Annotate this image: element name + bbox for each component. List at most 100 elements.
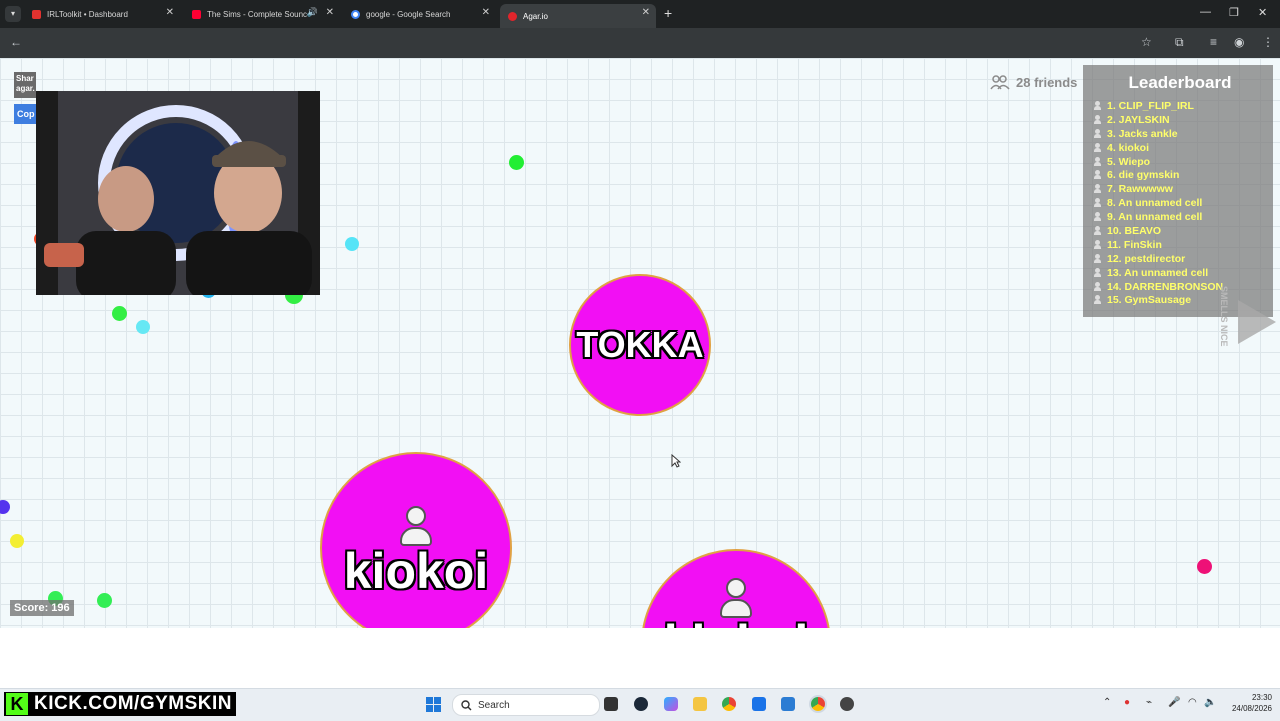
leaderboard-entry-text: 7. Rawwwww xyxy=(1107,183,1173,196)
player-icon xyxy=(1093,198,1103,208)
bookmark-star-icon[interactable]: ☆ xyxy=(1141,35,1152,49)
tab-youtube[interactable]: The Sims - Complete Sounc 🔊 ✕ xyxy=(184,4,340,24)
friends-counter[interactable]: 28 friends xyxy=(990,74,1077,90)
side-caption: SMELLS NICE xyxy=(1219,286,1237,347)
close-tab-icon[interactable]: ✕ xyxy=(326,7,334,18)
taskbar-search[interactable]: Search xyxy=(452,694,600,716)
media-control-icon[interactable]: ≡ xyxy=(1210,35,1217,49)
search-placeholder: Search xyxy=(478,699,510,711)
chrome-active-icon[interactable] xyxy=(811,697,825,711)
leaderboard-entry-text: 8. An unnamed cell xyxy=(1107,197,1203,210)
food-pellet xyxy=(509,155,524,170)
irltoolkit-icon xyxy=(32,9,41,19)
leaderboard-entry: 6. die gymskin xyxy=(1083,168,1273,182)
leaderboard-entry-text: 2. JAYLSKIN xyxy=(1107,113,1170,126)
food-pellet xyxy=(10,534,24,548)
volume-icon[interactable]: 🔈 xyxy=(1204,697,1216,708)
restore-icon[interactable]: ❐ xyxy=(1229,6,1239,19)
tray-chevron-icon[interactable]: ⌃ xyxy=(1103,697,1111,708)
youtube-icon xyxy=(192,9,201,19)
browser-tab-strip: ▾ IRLToolkit • Dashboard ✕ The Sims - Co… xyxy=(0,0,1280,28)
kick-channel-banner: K KICK.COM/GYMSKIN xyxy=(4,692,236,716)
taskbar-clock[interactable]: 23:30 24/08/2026 xyxy=(1224,692,1272,714)
webcam-image xyxy=(36,91,320,295)
player-icon xyxy=(1093,128,1103,139)
leaderboard-entry: 11. FinSkin xyxy=(1083,238,1273,252)
player-icon xyxy=(1093,281,1103,292)
tab-search-dropdown-icon[interactable]: ▾ xyxy=(5,6,21,22)
minimize-icon[interactable]: — xyxy=(1200,6,1211,18)
leaderboard-entry-text: 14. DARRENBRONSON xyxy=(1107,280,1224,293)
leaderboard-entry-text: 3. Jacks ankle xyxy=(1107,127,1178,140)
steam-icon[interactable] xyxy=(634,697,648,711)
player-icon xyxy=(1093,100,1103,111)
clock-date: 24/08/2026 xyxy=(1231,704,1272,713)
store-icon[interactable] xyxy=(752,697,766,711)
chrome-icon[interactable] xyxy=(722,697,736,711)
leaderboard-list: 1. CLIP_FLIP_IRL 2. JAYLSKIN 3. Jacks ankl… xyxy=(1083,99,1273,307)
player-icon xyxy=(1093,295,1103,305)
profile-icon[interactable]: ◉ xyxy=(1234,35,1244,49)
tab-agario[interactable]: Agar.io ✕ xyxy=(500,4,656,28)
microphone-icon[interactable]: 🎤 xyxy=(1168,697,1180,708)
leaderboard-entry: 3. Jacks ankle xyxy=(1083,127,1273,141)
leaderboard-entry: 13. An unnamed cell xyxy=(1083,266,1273,280)
player-icon xyxy=(1093,184,1103,194)
leaderboard-entry: 4. kiokoi xyxy=(1083,141,1273,155)
player-icon xyxy=(1093,142,1103,153)
windows-start-icon[interactable] xyxy=(426,697,441,712)
leaderboard-entry: 2. JAYLSKIN xyxy=(1083,113,1273,127)
copilot-icon[interactable] xyxy=(664,697,678,711)
leaderboard-entry: 7. Rawwwww xyxy=(1083,182,1273,196)
task-view-icon[interactable] xyxy=(604,697,618,711)
food-pellet xyxy=(1197,559,1212,574)
player-icon xyxy=(1093,170,1103,180)
mail-icon[interactable] xyxy=(781,697,795,711)
food-pellet xyxy=(97,593,112,608)
close-window-icon[interactable]: ✕ xyxy=(1258,6,1267,19)
back-icon[interactable]: ← xyxy=(10,35,22,49)
share-label: Shar agar. xyxy=(16,74,35,93)
skin-avatar-icon xyxy=(719,578,753,618)
agario-game-canvas[interactable]: TOKKA kiokoi kiokoi Shar agar. Cop xyxy=(0,58,1280,628)
player-icon xyxy=(1093,239,1103,250)
cell-name: TOKKA xyxy=(576,324,704,365)
mouse-cursor-icon xyxy=(671,454,681,468)
tray-network-icon[interactable]: ⌁ xyxy=(1146,697,1152,708)
tab-title: google - Google Search xyxy=(366,9,451,19)
agario-icon xyxy=(508,11,517,21)
google-icon xyxy=(351,9,360,19)
close-tab-icon[interactable]: ✕ xyxy=(482,7,490,18)
share-link-box: Shar agar. xyxy=(14,72,36,98)
player-cell-tokka: TOKKA xyxy=(569,274,711,416)
player-cell-kiokoi: kiokoi xyxy=(320,452,512,628)
wifi-icon[interactable]: ◠ xyxy=(1188,697,1197,708)
copy-button[interactable]: Cop xyxy=(14,104,36,124)
leaderboard-entry: 12. pestdirector xyxy=(1083,252,1273,266)
leaderboard-entry: 1. CLIP_FLIP_IRL xyxy=(1083,99,1273,113)
streamer-webcam-overlay xyxy=(36,91,320,295)
cell-name: kiokoi xyxy=(664,618,808,628)
tray-app-icon[interactable]: ● xyxy=(1124,697,1130,708)
leaderboard-entry-text: 11. FinSkin xyxy=(1107,238,1162,251)
side-caption-text: SMELLS NICE xyxy=(1219,286,1229,347)
tab-google[interactable]: google - Google Search ✕ xyxy=(343,4,496,24)
extensions-icon[interactable]: ⧉ xyxy=(1175,35,1184,50)
speaker-icon[interactable]: 🔊 xyxy=(307,7,318,18)
obs-icon[interactable] xyxy=(840,697,854,711)
tab-title: Agar.io xyxy=(523,11,548,21)
leaderboard-entry-text: 10. BEAVO xyxy=(1107,224,1162,237)
leaderboard-entry-text: 12. pestdirector xyxy=(1107,252,1186,265)
tab-irltoolkit[interactable]: IRLToolkit • Dashboard ✕ xyxy=(24,4,180,24)
play-triangle-icon xyxy=(1238,300,1276,344)
friends-count: 28 friends xyxy=(1016,74,1078,90)
file-explorer-icon[interactable] xyxy=(693,697,707,711)
close-tab-icon[interactable]: ✕ xyxy=(642,7,650,18)
close-tab-icon[interactable]: ✕ xyxy=(166,7,174,18)
menu-kebab-icon[interactable]: ⋮ xyxy=(1262,35,1274,49)
leaderboard-entry-text: 1. CLIP_FLIP_IRL xyxy=(1107,99,1194,112)
friends-icon xyxy=(990,75,1010,90)
new-tab-icon[interactable]: + xyxy=(664,5,672,21)
tab-title: The Sims - Complete Sounc xyxy=(207,9,308,19)
food-pellet xyxy=(112,306,127,321)
